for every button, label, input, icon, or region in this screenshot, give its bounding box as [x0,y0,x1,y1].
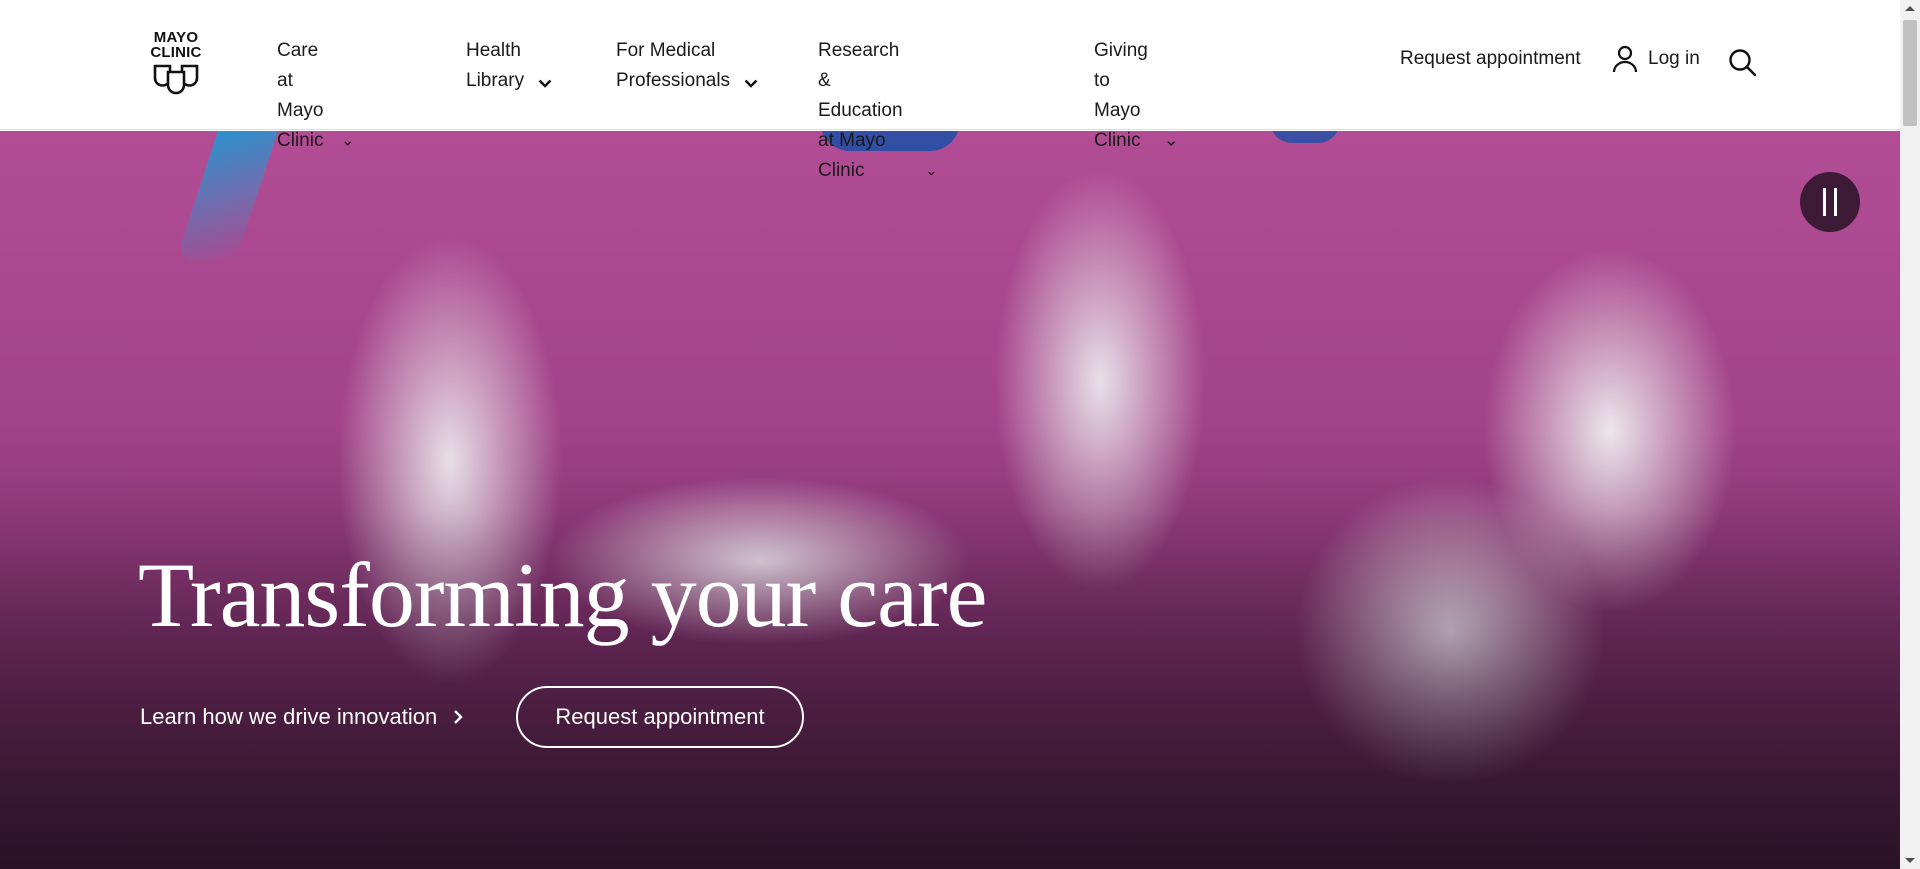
nav-label-line1: Research & Education [818,40,903,121]
scroll-down-arrow-icon[interactable] [1905,858,1915,863]
nav-label-line1: Care at [277,40,319,91]
pause-video-button[interactable] [1800,172,1860,232]
site-header: MAYO CLINIC Care at Mayo Clinic Health Lib… [0,0,1900,181]
learn-innovation-label: Learn how we drive innovation [140,704,438,729]
chevron-down-icon [344,141,352,146]
chevron-right-icon [454,710,463,724]
logo-text-line2: CLINIC [150,44,202,61]
nav-label-line2: Professionals [616,70,731,91]
nav-label-line2: Mayo Clinic [1094,100,1141,151]
scroll-up-arrow-icon[interactable] [1905,6,1915,11]
request-appointment-link[interactable]: Request appointment [1400,48,1581,70]
hero-image-detail [1270,131,1340,143]
search-button[interactable] [1728,48,1758,83]
request-appointment-button[interactable]: Request appointment [516,686,804,748]
nav-label-line1: For Medical [616,40,716,61]
hero-image-detail [175,131,285,261]
chevron-down-icon [744,79,758,88]
pause-icon-bar [1834,188,1837,216]
nav-for-medical-professionals[interactable]: For Medical Professionals [616,36,758,96]
nav-label-line2: Library [466,70,525,91]
nav-giving-to-mayo-clinic[interactable]: Giving to Mayo Clinic [1094,36,1176,156]
nav-care-at-mayo-clinic[interactable]: Care at Mayo Clinic [277,36,352,156]
hero-banner [0,131,1900,869]
user-icon [1612,45,1638,73]
shields-icon [153,64,199,95]
nav-label-line1: Health [466,40,521,61]
nav-label-line2: at Mayo Clinic [818,130,886,181]
login-link[interactable]: Log in [1612,45,1700,73]
search-icon [1729,49,1757,77]
nav-health-library[interactable]: Health Library [466,36,552,96]
scrollbar-thumb[interactable] [1903,20,1917,126]
hero-headline: Transforming your care [138,544,987,646]
nav-research-education[interactable]: Research & Education at Mayo Clinic [818,36,935,186]
logo-text-line1: MAYO [153,29,199,46]
mayo-clinic-logo[interactable]: MAYO CLINIC [146,30,206,102]
pause-icon-bar [1823,188,1826,216]
nav-label-line1: Giving to [1094,40,1148,91]
chevron-down-icon [538,79,552,88]
chevron-down-icon [928,171,935,176]
nav-label-line2: Mayo Clinic [277,100,324,151]
login-label: Log in [1648,48,1700,69]
page-scrollbar[interactable] [1900,0,1920,869]
chevron-down-icon [1167,141,1176,147]
learn-innovation-link[interactable]: Learn how we drive innovation [140,704,463,730]
